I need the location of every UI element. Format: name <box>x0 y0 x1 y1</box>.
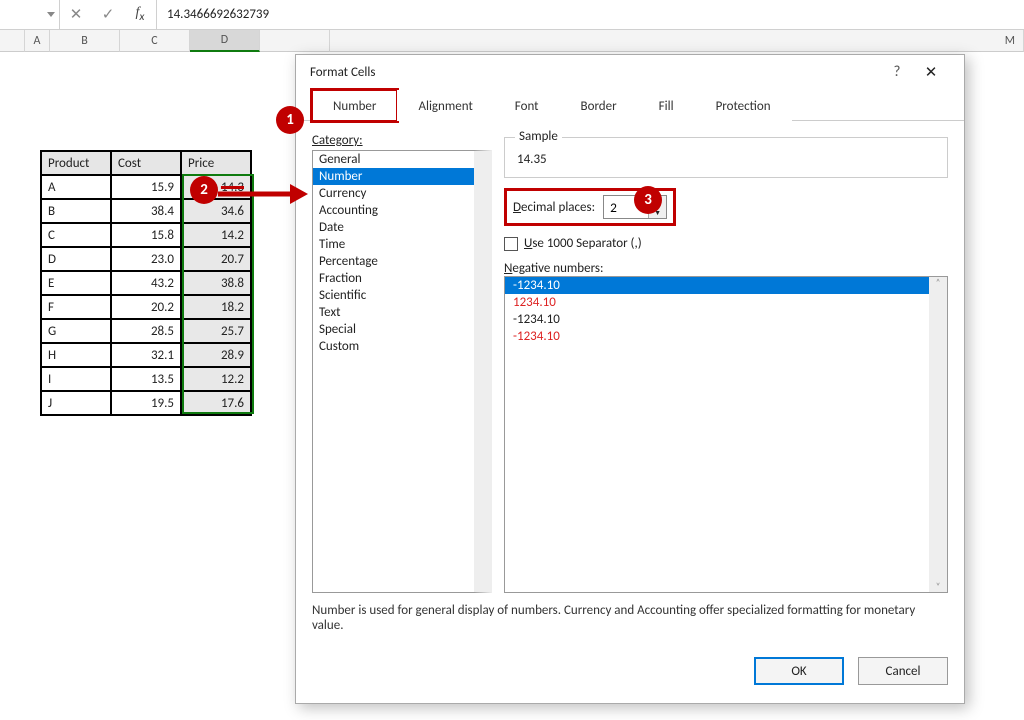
category-custom[interactable]: Custom <box>313 338 474 355</box>
table-row[interactable]: 18.2 <box>181 295 251 319</box>
col-m[interactable]: M <box>330 30 1024 52</box>
select-all-corner[interactable] <box>0 30 25 52</box>
col-e[interactable] <box>260 30 330 52</box>
fx-icon[interactable]: fx <box>124 0 156 29</box>
col-a[interactable]: A <box>25 30 50 52</box>
negative-option[interactable]: -1234.10 <box>505 311 947 328</box>
negative-option[interactable]: -1234.10 <box>505 277 947 294</box>
table-row[interactable]: 20.7 <box>181 247 251 271</box>
tab-alignment[interactable]: Alignment <box>397 90 493 121</box>
category-text[interactable]: Text <box>313 304 474 321</box>
formula-value[interactable]: 14.3466692632739 <box>156 0 1024 29</box>
table-row[interactable]: 15.8 <box>111 223 181 247</box>
sample-legend: Sample <box>515 129 562 144</box>
tab-fill[interactable]: Fill <box>638 90 695 121</box>
tab-protection[interactable]: Protection <box>695 90 792 121</box>
table-row[interactable]: A <box>41 175 111 199</box>
tab-font[interactable]: Font <box>494 90 560 121</box>
close-icon[interactable]: ✕ <box>912 57 950 87</box>
thousand-separator-checkbox[interactable] <box>504 237 518 251</box>
category-date[interactable]: Date <box>313 219 474 236</box>
table-row[interactable]: H <box>41 343 111 367</box>
cancel-button[interactable]: Cancel <box>858 657 948 685</box>
tab-number[interactable]: Number <box>312 90 397 121</box>
col-c[interactable]: C <box>120 30 190 52</box>
header-cost[interactable]: Cost <box>111 151 181 175</box>
callout-arrow-icon <box>218 182 308 206</box>
category-percentage[interactable]: Percentage <box>313 253 474 270</box>
table-row[interactable]: C <box>41 223 111 247</box>
category-special[interactable]: Special <box>313 321 474 338</box>
table-row[interactable]: G <box>41 319 111 343</box>
sample-value: 14.35 <box>517 152 935 167</box>
table-row[interactable]: 32.1 <box>111 343 181 367</box>
table-row[interactable]: D <box>41 247 111 271</box>
table-row[interactable]: 17.6 <box>181 391 251 415</box>
negative-option[interactable]: 1234.10 <box>505 294 947 311</box>
table-row[interactable]: 12.2 <box>181 367 251 391</box>
category-scientific[interactable]: Scientific <box>313 287 474 304</box>
negative-option[interactable]: -1234.10 <box>505 328 947 345</box>
enter-formula-icon[interactable]: ✓ <box>92 0 124 29</box>
table-row[interactable]: 19.5 <box>111 391 181 415</box>
table-row[interactable]: 38.8 <box>181 271 251 295</box>
callout-badge-2: 2 <box>190 176 218 204</box>
thousand-separator-label: Use 1000 Separator (,) <box>524 236 642 251</box>
category-general[interactable]: General <box>313 151 474 168</box>
help-icon[interactable]: ? <box>882 63 912 81</box>
category-label: Category: <box>312 133 492 148</box>
category-number[interactable]: Number <box>313 168 474 185</box>
cancel-formula-icon[interactable]: ✕ <box>60 0 92 29</box>
category-accounting[interactable]: Accounting <box>313 202 474 219</box>
formula-bar: ✕ ✓ fx 14.3466692632739 <box>0 0 1024 30</box>
decimal-places-label: Decimal places: <box>513 200 595 215</box>
table-row[interactable]: 14.2 <box>181 223 251 247</box>
scrollbar[interactable]: ˄˅ <box>929 277 947 592</box>
name-box[interactable] <box>0 0 60 29</box>
ok-button[interactable]: OK <box>754 657 844 685</box>
negative-numbers-list[interactable]: -1234.10 1234.10 -1234.10 -1234.10 ˄˅ <box>504 276 948 593</box>
table-row[interactable]: 28.9 <box>181 343 251 367</box>
category-list[interactable]: General Number Currency Accounting Date … <box>312 150 492 593</box>
header-price[interactable]: Price <box>181 151 251 175</box>
table-row[interactable]: I <box>41 367 111 391</box>
category-fraction[interactable]: Fraction <box>313 270 474 287</box>
format-description: Number is used for general display of nu… <box>296 593 964 643</box>
table-row[interactable]: 25.7 <box>181 319 251 343</box>
sample-box: Sample 14.35 <box>504 137 948 178</box>
header-product[interactable]: Product <box>41 151 111 175</box>
table-row[interactable]: 20.2 <box>111 295 181 319</box>
negative-numbers-label: Negative numbers: <box>504 261 948 276</box>
table-row[interactable]: 38.4 <box>111 199 181 223</box>
col-b[interactable]: B <box>50 30 120 52</box>
table-row[interactable]: 28.5 <box>111 319 181 343</box>
column-headers: A B C D M <box>0 30 1024 52</box>
table-row[interactable]: 13.5 <box>111 367 181 391</box>
dialog-tabs: Number Alignment Font Border Fill Protec… <box>296 89 964 121</box>
table-row[interactable]: B <box>41 199 111 223</box>
tab-border[interactable]: Border <box>560 90 638 121</box>
category-currency[interactable]: Currency <box>313 185 474 202</box>
table-row[interactable]: J <box>41 391 111 415</box>
format-cells-dialog: Format Cells ? ✕ Number Alignment Font B… <box>295 54 965 704</box>
table-row[interactable]: 43.2 <box>111 271 181 295</box>
category-time[interactable]: Time <box>313 236 474 253</box>
col-d[interactable]: D <box>190 30 260 52</box>
dialog-title: Format Cells <box>310 65 375 80</box>
table-row[interactable]: F <box>41 295 111 319</box>
table-row[interactable]: 15.9 <box>111 175 181 199</box>
table-row[interactable]: 23.0 <box>111 247 181 271</box>
callout-badge-3: 3 <box>634 186 662 214</box>
callout-badge-1: 1 <box>276 106 304 134</box>
table-row[interactable]: E <box>41 271 111 295</box>
